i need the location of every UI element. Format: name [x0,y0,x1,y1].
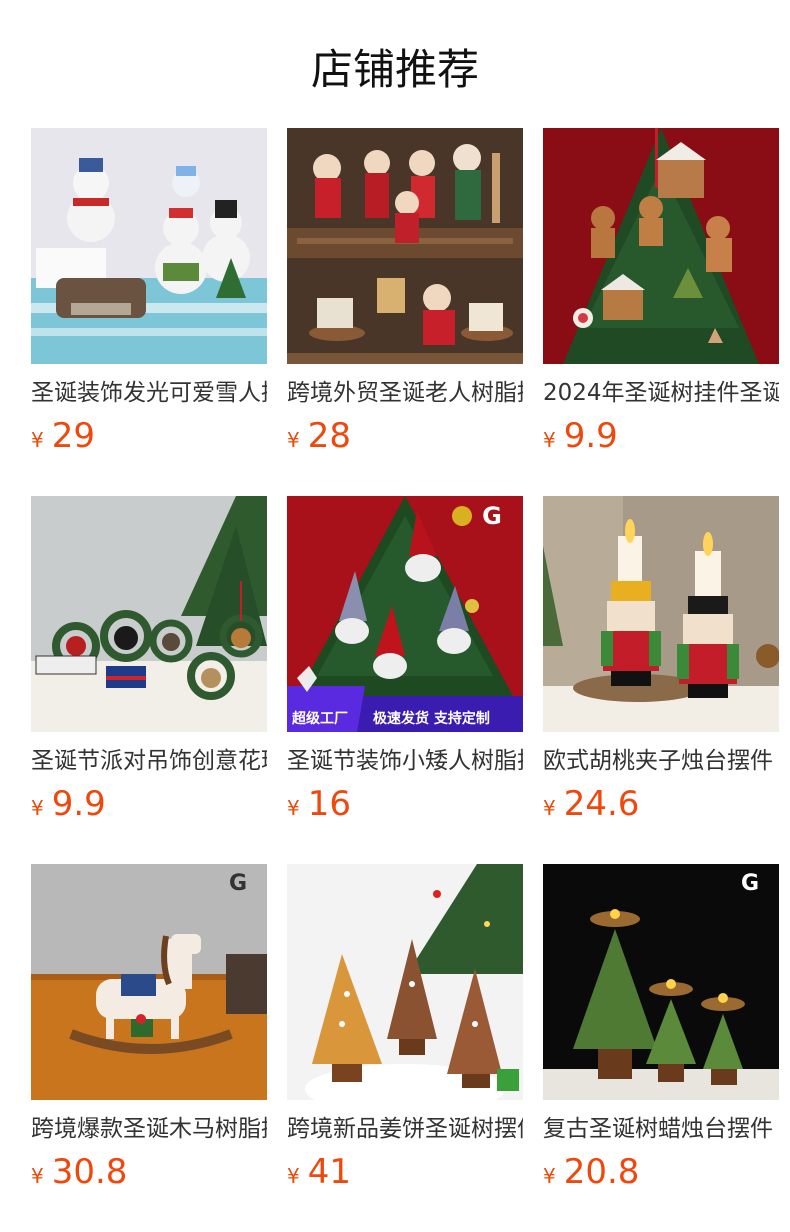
price-value: 41 [307,1152,351,1192]
product-card[interactable]: 欧式胡桃夹子烛台摆件 ¥24.6 [543,496,779,864]
product-name[interactable]: 跨境新品姜饼圣诞树摆件 [287,1114,523,1144]
product-price: ¥30.8 [31,1152,267,1198]
g-logo-icon: G [482,502,502,530]
price-value: 16 [307,784,351,824]
factory-badge: 超级工厂 [292,711,348,727]
price-value: 28 [307,416,351,456]
product-card[interactable]: 圣诞装饰发光可爱雪人摆件 ¥29 [31,128,267,496]
product-name[interactable]: 圣诞装饰发光可爱雪人摆件 [31,378,267,408]
product-card[interactable]: 圣诞节派对吊饰创意花环挂件 ¥9.9 [31,496,267,864]
currency-symbol: ¥ [287,428,300,452]
shipping-badge: 极速发货 支持定制 [373,711,490,727]
product-name[interactable]: 跨境外贸圣诞老人树脂摆件 [287,378,523,408]
product-name[interactable]: 跨境爆款圣诞木马树脂摆件 [31,1114,267,1144]
price-value: 9.9 [51,784,106,824]
currency-symbol: ¥ [31,796,44,820]
gingerbread-trees-image[interactable] [287,864,523,1100]
price-value: 24.6 [563,784,640,824]
product-name[interactable]: 圣诞节装饰小矮人树脂挂件 [287,746,523,776]
product-card[interactable]: 跨境新品姜饼圣诞树摆件 ¥41 [287,864,523,1232]
product-card[interactable]: G 跨境爆款圣诞木马树脂摆件 ¥30.8 [31,864,267,1232]
price-value: 30.8 [51,1152,128,1192]
product-card[interactable]: G 超级工厂 极速发货 支持定制 圣诞节装饰小矮人树脂挂件 ¥16 [287,496,523,864]
product-card[interactable]: 2024年圣诞树挂件圣诞装饰 ¥9.9 [543,128,779,496]
product-grid: 圣诞装饰发光可爱雪人摆件 ¥29 跨境外 [31,128,779,1232]
product-card[interactable]: 跨境外贸圣诞老人树脂摆件 ¥28 [287,128,523,496]
product-card[interactable]: G 复古圣诞树蜡烛台摆件 ¥20.8 [543,864,779,1232]
currency-symbol: ¥ [543,796,556,820]
gnome-ornaments-image[interactable]: G 超级工厂 极速发货 支持定制 [287,496,523,732]
nutcracker-candle-holders-image[interactable] [543,496,779,732]
tree-candle-holders-image[interactable]: G [543,864,779,1100]
currency-symbol: ¥ [543,428,556,452]
product-price: ¥29 [31,416,267,462]
snowman-figurines-image[interactable] [31,128,267,364]
product-price: ¥9.9 [543,416,779,462]
price-value: 9.9 [563,416,618,456]
currency-symbol: ¥ [543,1164,556,1188]
currency-symbol: ¥ [287,796,300,820]
gingerbread-ornaments-image[interactable] [543,128,779,364]
product-name[interactable]: 复古圣诞树蜡烛台摆件 [543,1114,779,1144]
price-value: 29 [51,416,95,456]
g-logo-icon: G [228,871,248,896]
product-price: ¥41 [287,1152,523,1198]
product-price: ¥24.6 [543,784,779,830]
page-title: 店铺推荐 [310,45,479,94]
product-name[interactable]: 欧式胡桃夹子烛台摆件 [543,746,779,776]
price-value: 20.8 [563,1152,640,1192]
santa-figurines-image[interactable] [287,128,523,364]
currency-symbol: ¥ [31,1164,44,1188]
product-price: ¥9.9 [31,784,267,830]
product-name[interactable]: 2024年圣诞树挂件圣诞装饰 [543,378,779,408]
product-price: ¥16 [287,784,523,830]
currency-symbol: ¥ [31,428,44,452]
animal-wreath-ornaments-image[interactable] [31,496,267,732]
g-logo-icon: G [740,871,760,896]
product-price: ¥20.8 [543,1152,779,1198]
product-price: ¥28 [287,416,523,462]
currency-symbol: ¥ [287,1164,300,1188]
product-name[interactable]: 圣诞节派对吊饰创意花环挂件 [31,746,267,776]
rocking-horse-image[interactable]: G [31,864,267,1100]
